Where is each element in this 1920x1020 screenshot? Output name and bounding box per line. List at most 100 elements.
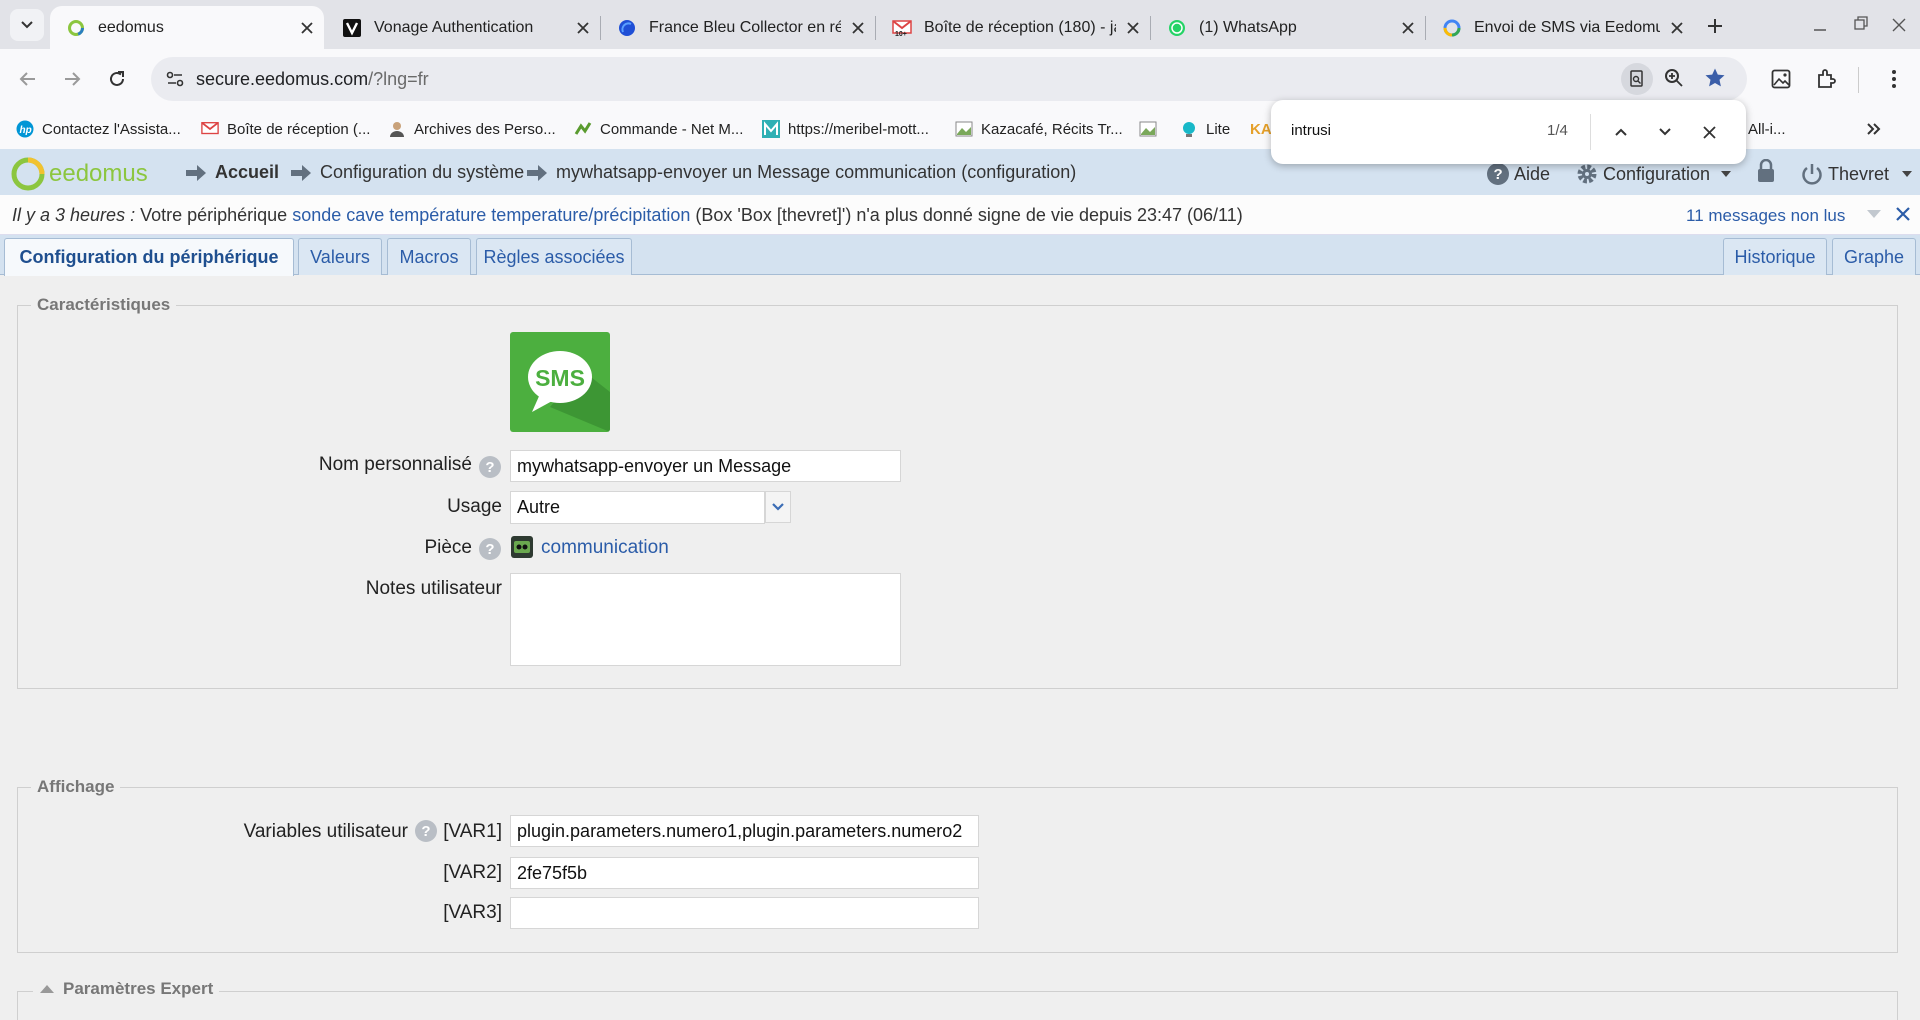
plus-icon [1708, 19, 1722, 33]
close-icon[interactable] [566, 21, 600, 34]
expert-legend: Paramètres Expert [63, 979, 214, 998]
image-icon[interactable] [1765, 63, 1797, 95]
extensions-icon[interactable] [1810, 63, 1842, 95]
notification-device-link[interactable]: sonde cave température temperature/préci… [292, 205, 690, 225]
bookmarks-overflow-button[interactable] [1866, 117, 1882, 141]
usage-select[interactable]: Autre [510, 491, 765, 524]
svg-text:?: ? [1494, 166, 1503, 183]
tab-history[interactable]: Historique [1723, 238, 1827, 275]
close-icon[interactable] [1660, 21, 1694, 34]
tab-whatsapp[interactable]: (1) WhatsApp [1151, 6, 1425, 49]
tab-eedomus[interactable]: eedomus [50, 6, 324, 49]
var2-input[interactable]: 2fe75f5b [510, 857, 979, 889]
notification-message: Il y a 3 heures : Votre périphérique son… [12, 205, 1243, 226]
new-tab-button[interactable] [1700, 11, 1730, 41]
window-close-button[interactable] [1884, 12, 1914, 38]
help-icon[interactable]: ? [415, 820, 437, 842]
address-bar[interactable]: secure.eedomus.com/?lng=fr [151, 57, 1747, 101]
unread-messages-link[interactable]: 11 messages non lus [1686, 206, 1845, 226]
tab-gmail[interactable]: 10+ Boîte de réception (180) - ja [876, 6, 1150, 49]
bookmark-item[interactable]: Lite [1180, 117, 1230, 141]
configuration-menu[interactable]: Configuration [1575, 162, 1732, 186]
breadcrumb-label: mywhatsapp-envoyer un Message communicat… [556, 162, 1077, 182]
gmail-icon: 10+ [892, 18, 912, 38]
sms-icon-text: SMS [535, 365, 585, 391]
help-icon[interactable]: ? [479, 456, 501, 478]
expert-section-toggle[interactable]: Paramètres Expert [33, 979, 220, 999]
help-icon: ? [1487, 163, 1509, 185]
var1-input[interactable]: plugin.parameters.numero1,plugin.paramet… [510, 815, 979, 847]
user-notes-textarea[interactable] [510, 573, 901, 666]
breadcrumb-label: Accueil [215, 162, 280, 182]
arrow-right-icon [527, 164, 547, 181]
tab-values[interactable]: Valeurs [298, 238, 382, 275]
notification-bar: Il y a 3 heures : Votre périphérique son… [0, 195, 1920, 235]
svg-text:hp: hp [20, 125, 32, 136]
find-input[interactable]: intrusi [1291, 122, 1331, 139]
tab-device-config[interactable]: Configuration du périphérique [4, 238, 294, 276]
notification-time: Il y a 3 heures : [12, 205, 136, 225]
tab-google-search[interactable]: Envoi de SMS via Eedomus [1426, 6, 1694, 49]
caret-down-icon [1721, 171, 1732, 177]
notification-expand-button[interactable] [1866, 209, 1882, 219]
bookmark-item[interactable]: All-i... [1748, 117, 1786, 141]
more-vert-icon [1892, 70, 1896, 88]
restore-icon [1854, 16, 1868, 30]
bookmark-item[interactable]: https://meribel-mott... [762, 117, 929, 141]
display-legend: Affichage [31, 777, 121, 797]
minimize-button[interactable] [1805, 12, 1835, 38]
close-icon[interactable] [290, 21, 324, 34]
url-host: secure.eedomus.com [196, 69, 369, 89]
usage-dropdown-button[interactable] [765, 491, 791, 523]
breadcrumb-home[interactable]: Accueil [185, 162, 279, 183]
caret-up-icon [40, 985, 54, 993]
notification-close-button[interactable] [1896, 207, 1910, 221]
room-link[interactable]: communication [541, 537, 669, 559]
help-icon[interactable]: ? [479, 538, 501, 560]
var3-input[interactable] [510, 897, 979, 929]
tab-graph[interactable]: Graphe [1832, 238, 1916, 275]
bookmark-item[interactable]: Kazacafé, Récits Tr... [955, 117, 1123, 141]
chevron-down-icon [21, 21, 33, 29]
help-label: Aide [1514, 163, 1551, 184]
tab-macros[interactable]: Macros [387, 238, 471, 275]
restore-button[interactable] [1846, 10, 1876, 36]
svg-text:10+: 10+ [895, 31, 907, 37]
bookmark-item[interactable]: Archives des Perso... [388, 117, 556, 141]
find-close-button[interactable] [1697, 120, 1721, 144]
bookmark-item[interactable]: KA [1250, 117, 1272, 141]
tab-rules[interactable]: Règles associées [476, 238, 632, 275]
close-icon[interactable] [1116, 21, 1150, 34]
tab-vonage[interactable]: Vonage Authentication [326, 6, 600, 49]
find-next-button[interactable] [1653, 120, 1677, 144]
close-icon[interactable] [1391, 21, 1425, 34]
zoom-icon[interactable] [1663, 67, 1685, 89]
bookmark-item[interactable]: hp Contactez l'Assista... [16, 117, 181, 141]
bookmark-star-icon[interactable] [1704, 67, 1726, 89]
custom-name-input[interactable]: mywhatsapp-envoyer un Message [510, 450, 901, 482]
tab-france-bleu[interactable]: France Bleu Collector en réé [601, 6, 875, 49]
back-button[interactable] [12, 63, 44, 95]
arrow-right-icon [291, 164, 311, 181]
find-previous-button[interactable] [1609, 120, 1633, 144]
eedomus-logo[interactable]: eedomus [10, 156, 148, 192]
user-menu[interactable]: Thevret [1800, 162, 1913, 186]
reload-button[interactable] [101, 63, 133, 95]
close-icon [1702, 125, 1716, 139]
site-info-icon[interactable] [165, 69, 185, 89]
bookmark-item[interactable] [1139, 117, 1165, 141]
close-icon[interactable] [841, 21, 875, 34]
forward-button[interactable] [56, 63, 88, 95]
breadcrumb-system-config[interactable]: Configuration du système [290, 162, 524, 183]
menu-button[interactable] [1878, 63, 1910, 95]
bookmark-label: Kazacafé, Récits Tr... [981, 120, 1123, 138]
find-in-page-icon[interactable] [1621, 63, 1653, 95]
bookmark-label: All-i... [1748, 120, 1786, 138]
bookmark-item[interactable]: Commande - Net M... [574, 117, 743, 141]
double-chevron-right-icon [1867, 123, 1881, 135]
lock-button[interactable] [1756, 159, 1776, 183]
bookmark-item[interactable]: Boîte de réception (... [201, 117, 370, 141]
tab-search-button[interactable] [10, 9, 44, 41]
google-icon [1442, 18, 1462, 38]
help-button[interactable]: ? Aide [1486, 162, 1550, 186]
